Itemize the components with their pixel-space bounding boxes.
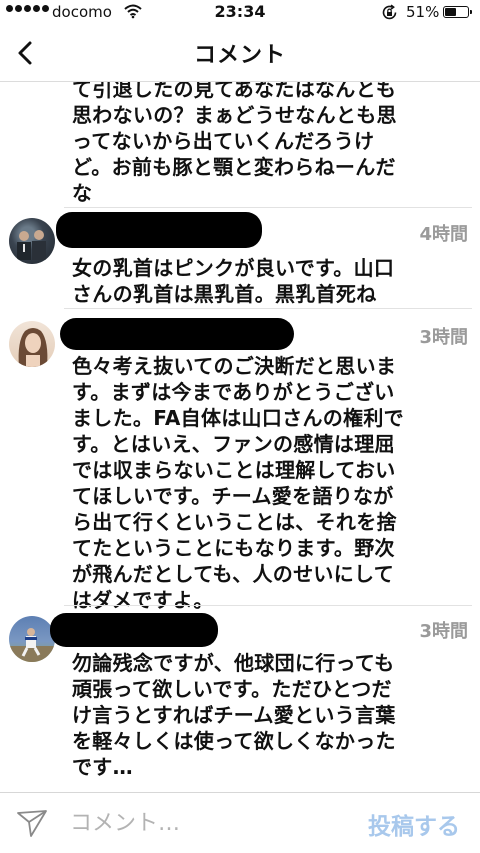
- comment-divider: [64, 308, 472, 309]
- avatar[interactable]: [9, 616, 55, 662]
- comment-time: 4時間: [419, 224, 468, 245]
- comment-text: 勿論残念ですが、他球団に行っても 頑張って欲しいです。ただひとつだ け言うとすれ…: [72, 651, 396, 779]
- avatar[interactable]: [9, 321, 55, 367]
- status-bar: docomo 23:34 51%: [0, 0, 480, 24]
- post-button[interactable]: 投稿する: [368, 807, 460, 841]
- comment-time: 3時間: [419, 327, 468, 348]
- redacted-username: [50, 613, 218, 647]
- redacted-username: [60, 318, 294, 350]
- comment-text: 色々考え抜いてのご決断だと思いま す。まずは今までありがとうござい ました。FA…: [72, 354, 404, 612]
- comment-text: て引退したの見てあなたはなんとも 思わないの？まぁどうせなんとも思 ってないから…: [72, 82, 397, 205]
- battery-icon: [443, 6, 472, 18]
- comment-input[interactable]: [70, 803, 330, 843]
- avatar[interactable]: [9, 218, 55, 264]
- comment-time: 3時間: [419, 621, 468, 642]
- comment-text: 女の乳首はピンクが良いです。山口 さんの乳首は黒乳首。黒乳首死ね: [72, 256, 395, 306]
- rotation-lock-icon: [381, 4, 398, 25]
- comment-divider: [64, 605, 472, 606]
- redacted-username: [56, 212, 262, 248]
- page-title: コメント: [193, 43, 286, 68]
- battery-percentage: 51%: [406, 3, 440, 21]
- comment-divider: [64, 207, 472, 208]
- navigation-bar: コメント: [0, 24, 480, 82]
- comment-list[interactable]: て引退したの見てあなたはなんとも 思わないの？まぁどうせなんとも思 ってないから…: [0, 82, 480, 792]
- comment-input-bar: 投稿する: [0, 792, 480, 853]
- paper-plane-icon[interactable]: [16, 807, 48, 839]
